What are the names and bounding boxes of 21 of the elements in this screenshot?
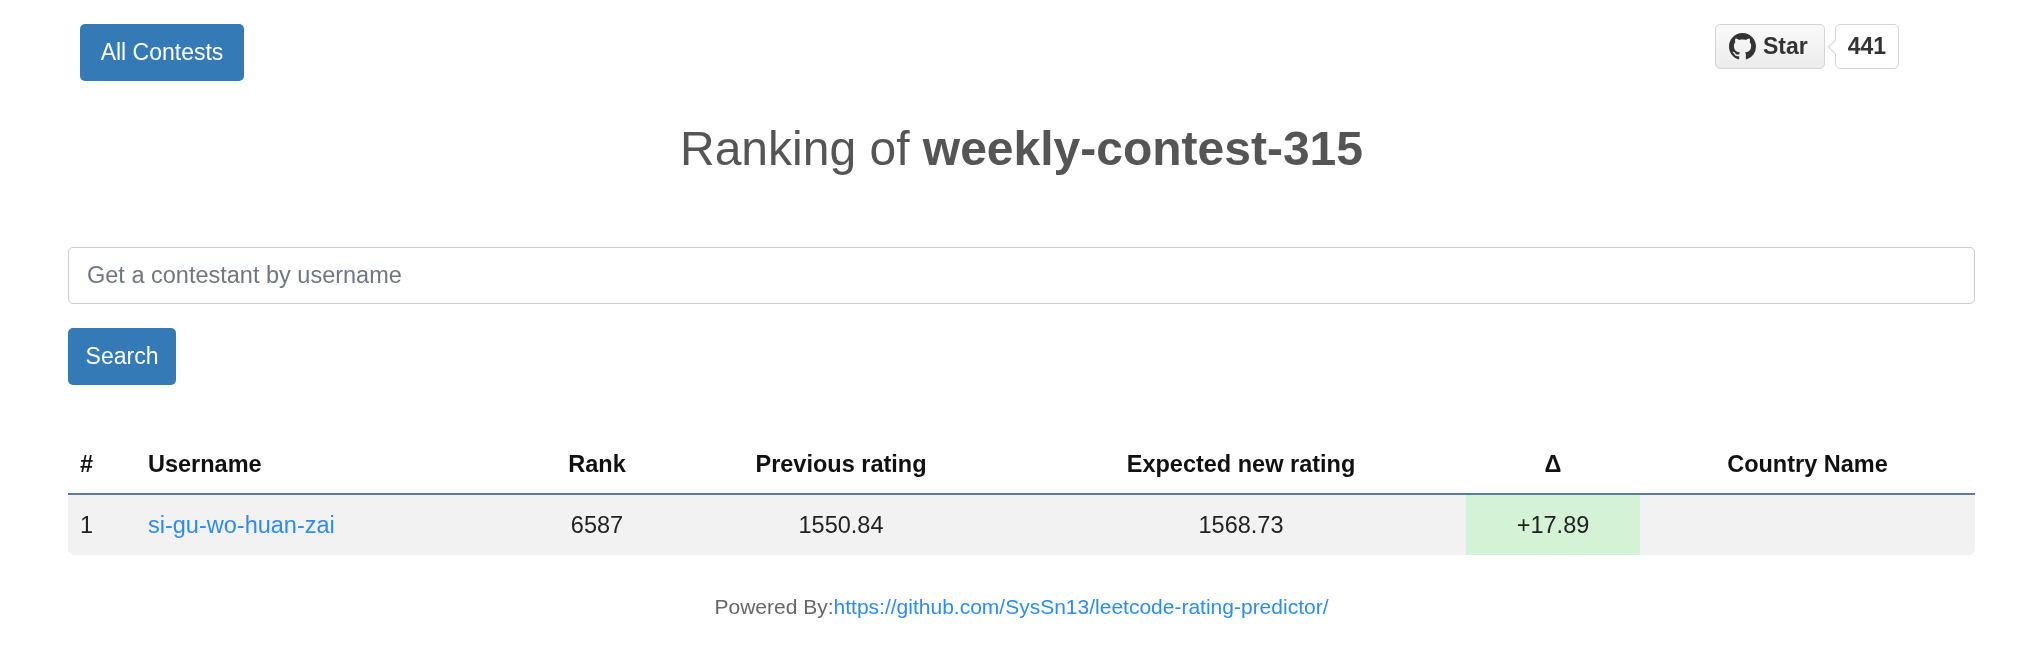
repository-link[interactable]: https://github.com/SysSn13/leetcode-rating-predictor/ xyxy=(833,595,1329,618)
column-header: Rank xyxy=(567,450,627,479)
column-header: Country Name xyxy=(1726,450,1889,479)
star-button[interactable]: Star xyxy=(1714,24,1825,69)
column-header: Expected new rating xyxy=(1125,450,1357,479)
search-field[interactable]: Get a contestant by username xyxy=(68,247,1975,304)
search-button[interactable]: Search xyxy=(68,328,176,385)
cat-logo-icon xyxy=(1728,33,1756,60)
column-header: Δ xyxy=(1543,450,1563,479)
column-header: # xyxy=(79,450,95,479)
column-header: Username xyxy=(147,450,263,479)
column-header: Previous rating xyxy=(754,450,928,479)
table-cell: 6587 xyxy=(570,511,624,539)
delta-cell: +17.89 xyxy=(1466,495,1640,555)
username-link[interactable]: si-gu-wo-huan-zai xyxy=(148,511,335,539)
powered-by-label: Powered By: xyxy=(714,595,834,618)
page-title: Ranking of weekly-contest-315 xyxy=(679,121,1364,177)
table-cell: 1550.84 xyxy=(798,511,884,539)
table-cell: 1568.73 xyxy=(1198,511,1284,539)
table-cell: 1 xyxy=(80,511,94,539)
all-contests-button[interactable]: All Contests xyxy=(80,24,244,81)
